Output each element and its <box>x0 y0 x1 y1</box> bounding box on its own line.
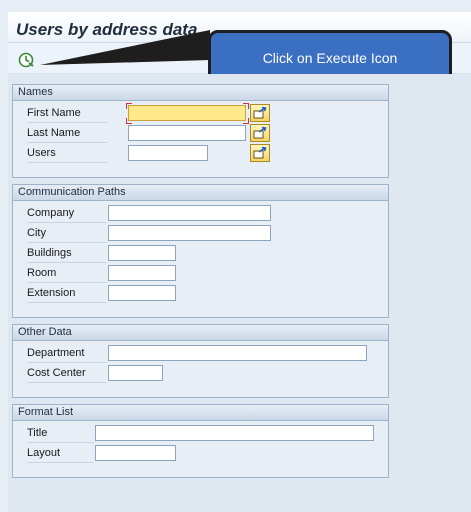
buildings-label: Buildings <box>27 244 107 263</box>
last-name-field[interactable] <box>128 125 246 141</box>
cost-center-field[interactable] <box>108 365 163 381</box>
focus-corner <box>243 103 249 109</box>
layout-field[interactable] <box>95 445 176 461</box>
multiple-selection-button[interactable] <box>250 124 270 142</box>
room-field[interactable] <box>108 265 176 281</box>
first-name-field[interactable] <box>128 105 246 121</box>
extension-label: Extension <box>27 284 107 303</box>
company-label: Company <box>27 204 107 223</box>
multiple-selection-button[interactable] <box>250 104 270 122</box>
buildings-field[interactable] <box>108 245 176 261</box>
multiple-selection-icon <box>253 126 267 139</box>
callout-pointer <box>40 30 210 65</box>
multiple-selection-button[interactable] <box>250 144 270 162</box>
layout-label: Layout <box>27 444 94 463</box>
users-label: Users <box>27 144 107 163</box>
multiple-selection-icon <box>253 106 267 119</box>
city-field[interactable] <box>108 225 271 241</box>
title-field[interactable] <box>95 425 374 441</box>
cost-center-label: Cost Center <box>27 364 107 383</box>
users-field[interactable] <box>128 145 208 161</box>
department-field[interactable] <box>108 345 367 361</box>
city-label: City <box>27 224 107 243</box>
multiple-selection-icon <box>253 146 267 159</box>
first-name-label: First Name <box>27 104 107 123</box>
last-name-label: Last Name <box>27 124 107 143</box>
group-communication-title: Communication Paths <box>13 185 388 201</box>
group-format-title: Format List <box>13 405 388 421</box>
focus-corner <box>126 118 132 124</box>
department-label: Department <box>27 344 107 363</box>
callout-text: Click on Execute Icon <box>262 50 398 66</box>
company-field[interactable] <box>108 205 271 221</box>
extension-field[interactable] <box>108 285 176 301</box>
focus-corner <box>243 118 249 124</box>
group-other-title: Other Data <box>13 325 388 341</box>
group-names-title: Names <box>13 85 388 101</box>
room-label: Room <box>27 264 107 283</box>
execute-icon[interactable] <box>18 52 34 68</box>
title-label: Title <box>27 424 94 443</box>
focus-corner <box>126 103 132 109</box>
